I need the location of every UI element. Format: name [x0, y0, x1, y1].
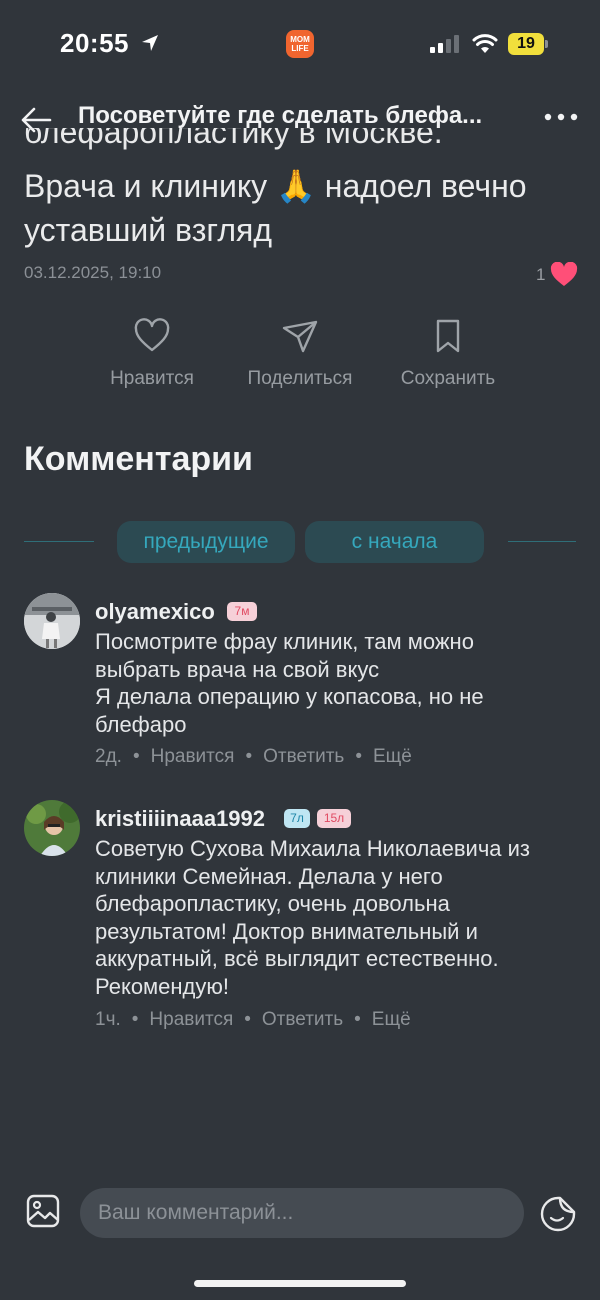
avatar-photo: [24, 593, 80, 649]
meta-separator: •: [245, 746, 253, 767]
divider-right: [508, 541, 576, 542]
comment-reply-link[interactable]: Ответить: [262, 1009, 343, 1030]
comment-line: выбрать врача на свой вкус: [95, 656, 380, 682]
avatar-photo: [24, 800, 80, 856]
location-arrow-icon: [142, 35, 158, 51]
status-time: 20:55: [60, 28, 129, 58]
battery-tip: [545, 40, 548, 48]
share-button[interactable]: Поделиться: [225, 318, 375, 390]
comment-text: Посмотрите фрау клиник, там можно выбрат…: [95, 628, 575, 738]
previous-comments-button[interactable]: предыдущие: [117, 521, 295, 563]
meta-separator: •: [354, 1009, 361, 1030]
save-button-label: Сохранить: [400, 368, 496, 389]
from-start-button[interactable]: с начала: [305, 521, 484, 563]
comment-meta: 1ч. • Нравится • Ответить • Ещё: [95, 1009, 411, 1031]
wifi-icon: [472, 34, 498, 53]
comment-more-link[interactable]: Ещё: [372, 1009, 411, 1030]
page-title: Посоветуйте где сделать блефа...: [78, 102, 483, 129]
comment-like-link[interactable]: Нравится: [149, 1009, 233, 1030]
comments-heading: Комментарии: [24, 440, 253, 478]
share-icon: [282, 320, 318, 353]
divider-left: [24, 541, 94, 542]
meta-separator: •: [244, 1009, 251, 1030]
more-dots-icon[interactable]: [544, 113, 578, 121]
heart-filled-icon: [550, 262, 578, 286]
app-badge-label: MOM LIFE: [290, 35, 310, 53]
like-button-label: Нравится: [110, 368, 194, 389]
comment-time: 1ч.: [95, 1009, 121, 1030]
meta-separator: •: [131, 1009, 139, 1030]
app-badge-icon: MOM LIFE: [286, 30, 314, 58]
signal-icon: [430, 35, 459, 53]
comment-line: Советую Сухова Михаила Николаевича из: [95, 836, 531, 861]
comment-line: Рекомендую!: [95, 973, 230, 999]
meta-separator: •: [355, 746, 362, 767]
comment-username[interactable]: olyamexico: [95, 599, 215, 625]
comment-time: 2д.: [95, 746, 122, 767]
avatar[interactable]: [24, 593, 80, 649]
post-date: 03.12.2025, 19:10: [24, 263, 162, 282]
comment-line: клиники Семейная. Делала у него: [95, 863, 443, 889]
comment-reply-link[interactable]: Ответить: [263, 746, 344, 767]
like-button[interactable]: Нравится: [77, 318, 227, 390]
share-button-label: Поделиться: [247, 368, 353, 389]
comment-text: Советую Сухова Михаила Николаевича из кл…: [95, 835, 575, 1000]
post-text: Врача и клинику 🙏 надоел вечно уставший …: [24, 168, 527, 248]
battery-indicator: 19: [508, 33, 544, 55]
meta-separator: •: [132, 746, 140, 767]
comment-line: аккуратный, всё выглядит естественно.: [95, 946, 499, 971]
gallery-icon[interactable]: [26, 1194, 60, 1228]
sticker-icon[interactable]: [540, 1196, 576, 1232]
comment-line: Я делала операцию у копасова, но не: [95, 684, 484, 709]
post-text-clipped-line-text: блефаропластику в Москве.: [24, 128, 443, 150]
comment-more-link[interactable]: Ещё: [373, 746, 412, 767]
comment-input[interactable]: [80, 1188, 524, 1238]
bookmark-icon: [436, 319, 460, 353]
comment-line: блефаропластику, очень довольна: [95, 891, 450, 916]
heart-icon: [134, 318, 170, 352]
comment-username[interactable]: kristiiiinaaa1992: [95, 806, 265, 832]
comment-like-link[interactable]: Нравится: [151, 746, 235, 767]
comment-line: блефаро: [95, 711, 187, 737]
likes-count: 1: [536, 265, 546, 284]
comment-meta: 2д. • Нравится • Ответить • Ещё: [95, 746, 412, 768]
post-text-clipped-line: блефаропластику в Москве.: [24, 128, 584, 158]
comment-line: Посмотрите фрау клиник, там можно: [95, 629, 474, 654]
avatar[interactable]: [24, 800, 80, 856]
home-indicator: [194, 1280, 406, 1287]
age-tag: 7л: [284, 809, 310, 828]
age-tag: 15л: [317, 809, 351, 828]
age-tag: 7м: [227, 602, 257, 621]
save-button[interactable]: Сохранить: [373, 318, 523, 390]
comment-line: результатом! Доктор внимательный и: [95, 918, 478, 944]
